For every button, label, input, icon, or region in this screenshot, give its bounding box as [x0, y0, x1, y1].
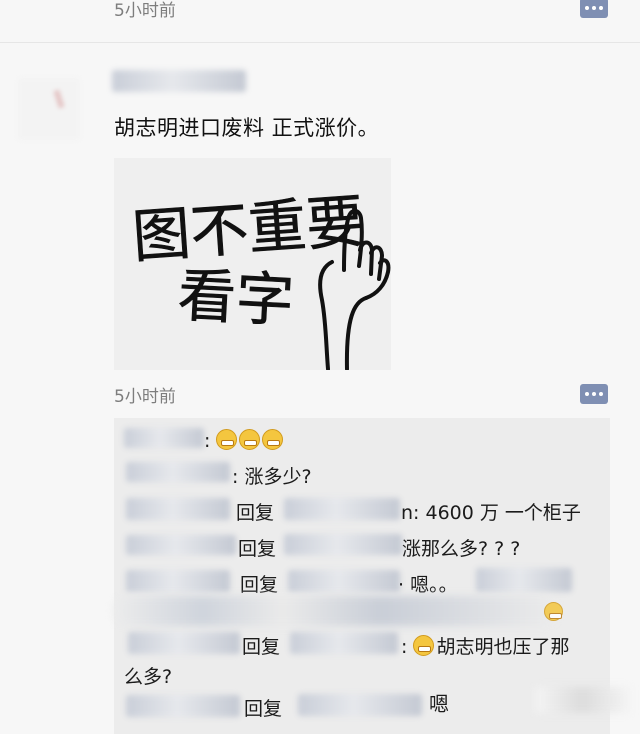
comment-line-1: : [204, 429, 285, 452]
post-image[interactable]: 图不重要 看字 [114, 158, 391, 370]
reply-label: 回复 [244, 698, 283, 720]
grin-emoji-icon [216, 429, 238, 450]
grin-emoji-icon [262, 429, 284, 450]
post-time-bottom: 5小时前 [114, 387, 176, 407]
comment-icon-bottom[interactable] [580, 384, 608, 404]
comment-text: 胡志明也压了那 [436, 636, 570, 658]
blurred-reply-target[interactable] [284, 534, 402, 555]
reply-label: 回复 [236, 502, 275, 524]
comment-dot [592, 6, 596, 10]
reply-label: 回复 [238, 538, 277, 560]
blurred-reply-target[interactable] [290, 632, 398, 654]
comment-line-9: 嗯 [429, 692, 449, 716]
post-time-top: 5小时前 [114, 1, 176, 21]
blurred-commenter[interactable] [124, 428, 204, 448]
comment-line-8: 么多? [124, 666, 173, 688]
reply-label: 回复 [242, 636, 281, 658]
comment-dot [599, 392, 603, 396]
comment-line-7: : 胡志明也压了那 [401, 632, 569, 659]
blurred-username[interactable] [112, 70, 246, 92]
comment-icon-top[interactable] [580, 0, 608, 18]
blurred-commenter[interactable] [126, 462, 230, 482]
blurred-commenter[interactable] [126, 535, 236, 555]
colon-text: : [204, 430, 211, 452]
blurred-comment-line [114, 596, 558, 626]
comment-line-4: 涨那么多? ? ? [402, 538, 521, 560]
image-text-line1: 图不重要 [130, 187, 366, 271]
comment-dot [599, 6, 603, 10]
post-text: 胡志明进口废料 正式涨价。 [114, 116, 380, 140]
partial-emoji-icon [544, 602, 563, 621]
blurred-commenter[interactable] [126, 498, 230, 520]
awkward-emoji-icon [413, 635, 435, 656]
comment-line-2: : 涨多少? [232, 466, 312, 488]
watermark [535, 687, 630, 713]
grin-emoji-icon [239, 429, 261, 450]
avatar[interactable] [18, 78, 80, 140]
comment-line-5: · 嗯。。 [398, 574, 458, 596]
image-text-line2: 看字 [176, 261, 295, 335]
comment-dot [585, 392, 589, 396]
comment-dot [592, 392, 596, 396]
blurred-commenter[interactable] [128, 632, 240, 654]
colon-text: : [401, 636, 408, 658]
post-divider [0, 42, 640, 43]
blurred-comment-fragment[interactable] [476, 568, 572, 592]
comment-dot [585, 6, 589, 10]
blurred-commenter[interactable] [126, 570, 230, 592]
blurred-commenter[interactable] [126, 695, 240, 717]
comment-line-3: n: 4600 万 一个柜子 [401, 502, 581, 524]
hand-drawn-text-illustration: 图不重要 看字 [130, 187, 391, 370]
blurred-reply-target[interactable] [298, 694, 422, 716]
reply-label: 回复 [240, 574, 279, 596]
blurred-reply-target[interactable] [288, 570, 400, 592]
blurred-reply-target[interactable] [284, 498, 400, 520]
